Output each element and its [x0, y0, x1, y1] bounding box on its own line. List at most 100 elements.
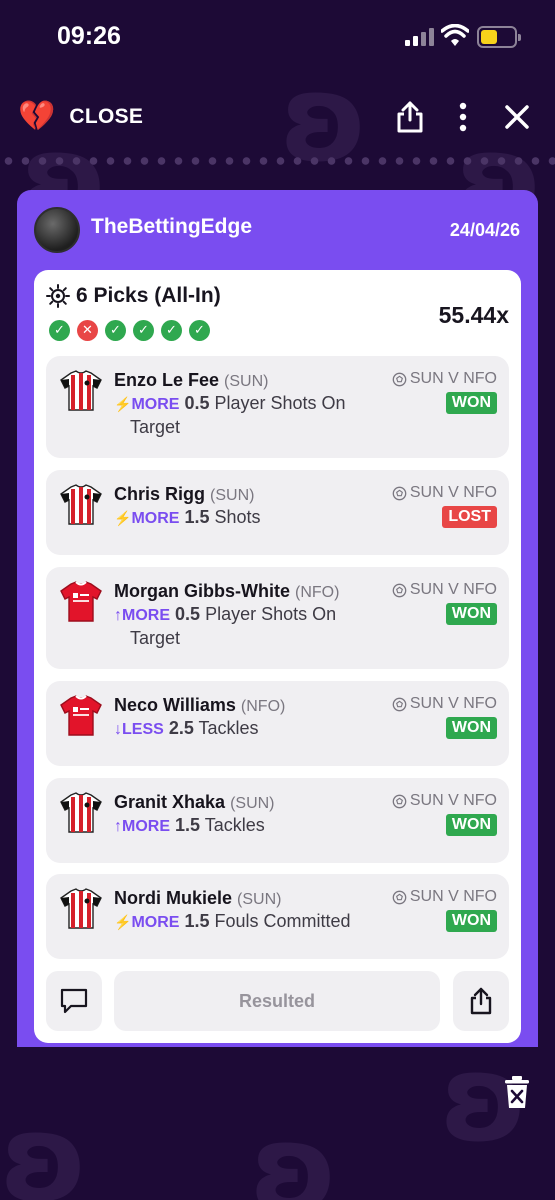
pick-direction: MORE: [131, 396, 180, 413]
close-button[interactable]: 💔 CLOSE: [18, 95, 143, 139]
background-logo-glyph: ʚ: [0, 1090, 88, 1200]
delete-button[interactable]: [501, 1074, 533, 1110]
arrow-down-icon: ↓: [114, 721, 122, 738]
match-info: SUN V NFO: [392, 695, 497, 713]
pick-row[interactable]: Morgan Gibbs-White (NFO) ↑MORE 0.5 Player…: [46, 567, 509, 669]
pick-value: 0.5: [175, 604, 201, 624]
pick-row[interactable]: Granit Xhaka (SUN) ↑MORE 1.5 Tackles SUN V…: [46, 778, 509, 863]
lightning-icon: ⚡: [114, 914, 132, 930]
result-badge: WON: [445, 910, 497, 932]
check-icon: ✓: [133, 320, 154, 341]
share-button[interactable]: [390, 97, 430, 137]
team-kit-icon: [58, 482, 104, 528]
result-indicators: ✓ ✕ ✓ ✓ ✓ ✓: [49, 320, 210, 341]
pick-stat: Player Shots On: [205, 604, 337, 624]
pick-value: 0.5: [184, 393, 210, 413]
arrow-up-icon: ↑: [114, 818, 122, 835]
team-kit-icon: [58, 886, 104, 932]
result-badge: WON: [445, 603, 497, 625]
pick-direction: MORE: [122, 818, 170, 835]
cellular-signal-icon: [405, 28, 435, 46]
share-icon: [470, 987, 492, 1015]
pick-row[interactable]: Enzo Le Fee (SUN) ⚡MORE 0.5 Player Shots …: [46, 356, 509, 458]
more-options-button[interactable]: [443, 97, 483, 137]
pick-line: ⚡MORE 1.5 Fouls Committed: [114, 910, 384, 934]
battery-icon: [477, 26, 521, 48]
pick-line: ⚡MORE 0.5 Player Shots On Target: [114, 392, 384, 439]
wifi-icon: [441, 24, 469, 46]
result-badge: WON: [445, 717, 497, 739]
bet-slip-card: TheBettingEdge 24/04/26 6 Picks (All-In)…: [17, 190, 538, 1047]
soccer-ball-icon: [392, 486, 407, 500]
pick-stat: Tackles: [204, 815, 265, 835]
pick-direction: MORE: [131, 914, 180, 931]
match-label: SUN V NFO: [409, 581, 497, 598]
match-label: SUN V NFO: [409, 484, 497, 501]
pick-line: ⚡MORE 1.5 Shots: [114, 506, 384, 530]
player-team: (SUN): [210, 487, 255, 504]
check-icon: ✓: [189, 320, 210, 341]
pick-line: ↑MORE 1.5 Tackles: [114, 814, 384, 838]
match-info: SUN V NFO: [392, 484, 497, 502]
pick-value: 1.5: [184, 911, 210, 931]
share-icon: [397, 101, 423, 133]
slip-date: 24/04/26: [449, 220, 520, 240]
player-team: (SUN): [237, 891, 282, 908]
player-label: Chris Rigg: [114, 484, 206, 504]
pick-stat: Player Shots On: [214, 393, 346, 413]
slip-actions: Resulted: [46, 971, 509, 1031]
player-team: (SUN): [230, 795, 275, 812]
pick-value: 1.5: [184, 507, 210, 527]
pick-line: ↓LESS 2.5 Tackles: [114, 717, 384, 741]
player-label: Enzo Le Fee: [114, 370, 220, 390]
team-kit-icon: [58, 368, 104, 414]
player-name: Chris Rigg (SUN): [114, 484, 254, 505]
lightning-icon: ⚡: [114, 510, 132, 526]
player-team: (NFO): [295, 584, 340, 601]
team-kit-icon: [58, 693, 104, 739]
picks-count-label: 6 Picks (All-In): [76, 284, 221, 307]
pick-stat: Tackles: [198, 718, 259, 738]
pick-row[interactable]: Nordi Mukiele (SUN) ⚡MORE 1.5 Fouls Commi…: [46, 874, 509, 959]
pick-direction: MORE: [131, 510, 180, 527]
pick-line: ↑MORE 0.5 Player Shots On Target: [114, 603, 384, 650]
check-icon: ✓: [49, 320, 70, 341]
result-badge: WON: [445, 392, 497, 414]
soccer-ball-icon: [392, 697, 407, 711]
share-slip-button[interactable]: [453, 971, 509, 1031]
match-info: SUN V NFO: [392, 792, 497, 810]
player-label: Morgan Gibbs-White: [114, 581, 290, 601]
resulted-button[interactable]: Resulted: [114, 971, 440, 1031]
match-label: SUN V NFO: [409, 695, 497, 712]
dotted-separator: [0, 156, 555, 166]
avatar[interactable]: [34, 207, 80, 253]
match-label: SUN V NFO: [409, 792, 497, 809]
username[interactable]: TheBettingEdge: [91, 215, 252, 239]
pick-stat-continued: Target: [130, 417, 181, 437]
pick-value: 2.5: [168, 718, 194, 738]
soccer-ball-icon: [392, 890, 407, 904]
player-label: Nordi Mukiele: [114, 888, 233, 908]
slip-summary: 6 Picks (All-In): [46, 284, 221, 308]
result-badge: WON: [445, 814, 497, 836]
team-kit-icon: [58, 790, 104, 836]
pick-stat-continued: Target: [130, 628, 181, 648]
status-bar: 09:26: [0, 0, 555, 70]
comment-button[interactable]: [46, 971, 102, 1031]
player-label: Granit Xhaka: [114, 792, 226, 812]
player-name: Morgan Gibbs-White (NFO): [114, 581, 339, 602]
result-badge: LOST: [442, 506, 497, 528]
check-icon: ✓: [105, 320, 126, 341]
match-info: SUN V NFO: [392, 888, 497, 906]
pick-value: 1.5: [175, 815, 201, 835]
soccer-ball-icon: [392, 583, 407, 597]
pick-row[interactable]: Neco Williams (NFO) ↓LESS 2.5 Tackles SUN …: [46, 681, 509, 766]
pick-direction: LESS: [122, 721, 164, 738]
close-label: CLOSE: [69, 105, 144, 128]
payout-multiplier: 55.44x: [438, 302, 509, 328]
soccer-ball-icon: [392, 372, 407, 386]
lightning-icon: ⚡: [114, 396, 132, 412]
dismiss-button[interactable]: [497, 97, 537, 137]
pick-row[interactable]: Chris Rigg (SUN) ⚡MORE 1.5 Shots SUN V NFO…: [46, 470, 509, 555]
player-label: Neco Williams: [114, 695, 236, 715]
